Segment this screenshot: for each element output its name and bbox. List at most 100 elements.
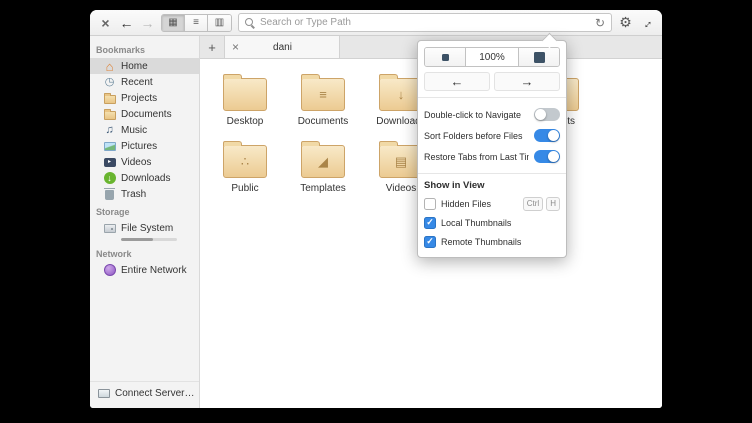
connect-server-button[interactable]: Connect Server… bbox=[90, 381, 199, 408]
trash-icon bbox=[104, 187, 115, 200]
folder-icon bbox=[223, 74, 267, 111]
back-button[interactable]: ← bbox=[119, 14, 134, 32]
sidebar-item-label: Trash bbox=[121, 188, 147, 200]
toggle-label: Sort Folders before Files bbox=[424, 130, 523, 141]
tab-label: dani bbox=[273, 41, 292, 53]
local-thumbnails-checkbox[interactable] bbox=[424, 216, 436, 229]
folder-icon bbox=[103, 108, 116, 120]
separator bbox=[418, 97, 566, 98]
sidebar-item-label: Projects bbox=[121, 92, 158, 104]
downloads-circle-icon: ↓ bbox=[103, 172, 116, 184]
music-note-icon: ♫ bbox=[105, 123, 114, 136]
toggle-switch[interactable] bbox=[534, 129, 560, 142]
toggle-restore-tabs[interactable]: Restore Tabs from Last Time bbox=[424, 146, 560, 167]
popover-back-button[interactable]: ← bbox=[424, 72, 490, 91]
connect-server-label: Connect Server… bbox=[115, 388, 195, 399]
filmstrip-emblem-icon: ▤ bbox=[394, 154, 408, 169]
sidebar-item-music[interactable]: ♫ Music bbox=[90, 122, 199, 138]
column-view-button[interactable]: ▥ bbox=[208, 14, 231, 31]
folder-icon bbox=[103, 92, 116, 104]
show-in-view-header: Show in View bbox=[424, 180, 485, 191]
folder-icon: ≡ bbox=[301, 74, 345, 111]
screen: × ← → ▦ ≡ ▥ ↻ ⚙ ↔ Bookmarks ⌂ Home bbox=[0, 0, 752, 423]
sidebar-item-videos[interactable]: ▸ Videos bbox=[90, 154, 199, 170]
maximize-button[interactable]: ↔ bbox=[635, 11, 658, 34]
tab-dani[interactable]: × dani bbox=[225, 36, 340, 58]
network-globe-icon bbox=[103, 264, 116, 276]
refresh-icon[interactable]: ↻ bbox=[595, 16, 605, 30]
remote-thumbnails-checkbox[interactable] bbox=[424, 235, 436, 248]
toggle-switch[interactable] bbox=[534, 150, 560, 163]
toggle-double-click-to-navigate[interactable]: Double-click to Navigate bbox=[424, 104, 560, 125]
recent-clock-icon: ◷ bbox=[104, 75, 115, 88]
sidebar-item-pictures[interactable]: Pictures bbox=[90, 138, 199, 154]
checkbox-row-local-thumbnails[interactable]: Local Thumbnails bbox=[424, 213, 560, 232]
window-body: Bookmarks ⌂ Home ◷ Recent Projects Docum… bbox=[90, 36, 662, 408]
checkbox-row-hidden-files[interactable]: Hidden Files Ctrl H bbox=[424, 194, 560, 213]
tab-close-icon[interactable]: × bbox=[232, 40, 239, 54]
settings-popover: 100% ← → Double-click to Navigate Sort F… bbox=[417, 40, 567, 258]
search-bar[interactable]: ↻ bbox=[238, 13, 612, 32]
sidebar-item-label: Videos bbox=[121, 156, 152, 168]
zoom-out-button[interactable] bbox=[425, 48, 466, 66]
list-view-button[interactable]: ≡ bbox=[185, 14, 208, 31]
sidebar-item-entire-network[interactable]: Entire Network bbox=[90, 262, 199, 278]
sidebar-item-label: Pictures bbox=[121, 140, 158, 152]
zoom-level: 100% bbox=[466, 48, 518, 66]
files-window: × ← → ▦ ≡ ▥ ↻ ⚙ ↔ Bookmarks ⌂ Home bbox=[90, 10, 662, 408]
zoom-controls: 100% bbox=[424, 47, 560, 67]
hidden-files-checkbox[interactable] bbox=[424, 197, 436, 210]
new-tab-button[interactable]: + bbox=[200, 36, 225, 58]
popover-nav-row: ← → bbox=[424, 72, 560, 91]
file-name: Documents bbox=[297, 116, 349, 127]
template-emblem-icon: ◢ bbox=[318, 154, 328, 169]
grid-view-button[interactable]: ▦ bbox=[162, 14, 185, 31]
sidebar: Bookmarks ⌂ Home ◷ Recent Projects Docum… bbox=[90, 36, 200, 408]
download-arrow-emblem-icon: ↓ bbox=[397, 87, 405, 102]
settings-gear-button[interactable]: ⚙ bbox=[618, 14, 633, 32]
key-ctrl: Ctrl bbox=[522, 196, 544, 211]
key-h: H bbox=[546, 196, 560, 211]
file-item-public[interactable]: ∴ Public bbox=[206, 138, 284, 194]
disk-usage-bar bbox=[121, 238, 177, 241]
file-item-documents[interactable]: ≡ Documents bbox=[284, 71, 362, 127]
disk-usage-fill bbox=[121, 238, 154, 241]
checkbox-label: Local Thumbnails bbox=[441, 217, 512, 228]
photo-icon bbox=[103, 141, 116, 151]
view-switcher: ▦ ≡ ▥ bbox=[161, 13, 232, 32]
sidebar-item-label: Downloads bbox=[121, 172, 171, 184]
sidebar-item-label: Music bbox=[121, 124, 148, 136]
sidebar-item-documents[interactable]: Documents bbox=[90, 106, 199, 122]
window-close-button[interactable]: × bbox=[98, 14, 113, 32]
harddrive-icon bbox=[103, 223, 116, 233]
zoom-in-icon bbox=[533, 51, 545, 63]
headerbar: × ← → ▦ ≡ ▥ ↻ ⚙ ↔ bbox=[90, 10, 662, 36]
file-name: Templates bbox=[300, 183, 346, 194]
sidebar-item-projects[interactable]: Projects bbox=[90, 90, 199, 106]
checkbox-row-remote-thumbnails[interactable]: Remote Thumbnails bbox=[424, 232, 560, 251]
popover-forward-button[interactable]: → bbox=[494, 72, 560, 91]
toggle-switch[interactable] bbox=[534, 108, 560, 121]
file-name: Public bbox=[231, 183, 259, 194]
toggle-sort-folders-before-files[interactable]: Sort Folders before Files bbox=[424, 125, 560, 146]
sidebar-item-home[interactable]: ⌂ Home bbox=[90, 58, 199, 74]
sidebar-item-recent[interactable]: ◷ Recent bbox=[90, 74, 199, 90]
sidebar-item-file-system[interactable]: File System bbox=[90, 220, 199, 236]
sidebar-item-downloads[interactable]: ↓ Downloads bbox=[90, 170, 199, 186]
home-icon: ⌂ bbox=[105, 58, 114, 74]
sidebar-item-label: Documents bbox=[121, 108, 172, 120]
file-item-templates[interactable]: ◢ Templates bbox=[284, 138, 362, 194]
video-icon: ▸ bbox=[103, 157, 116, 167]
zoom-out-icon bbox=[441, 53, 449, 61]
sidebar-section-bookmarks: Bookmarks bbox=[96, 45, 146, 55]
file-item-desktop[interactable]: Desktop bbox=[206, 71, 284, 127]
search-input[interactable] bbox=[260, 17, 590, 28]
connect-server-icon bbox=[97, 389, 110, 398]
forward-button[interactable]: → bbox=[140, 14, 155, 32]
sidebar-section-storage: Storage bbox=[96, 207, 130, 217]
sidebar-item-label: Home bbox=[121, 60, 148, 72]
search-icon bbox=[245, 17, 255, 28]
sidebar-item-trash[interactable]: Trash bbox=[90, 186, 199, 202]
folder-icon: ◢ bbox=[301, 141, 345, 178]
zoom-in-button[interactable] bbox=[518, 48, 559, 66]
